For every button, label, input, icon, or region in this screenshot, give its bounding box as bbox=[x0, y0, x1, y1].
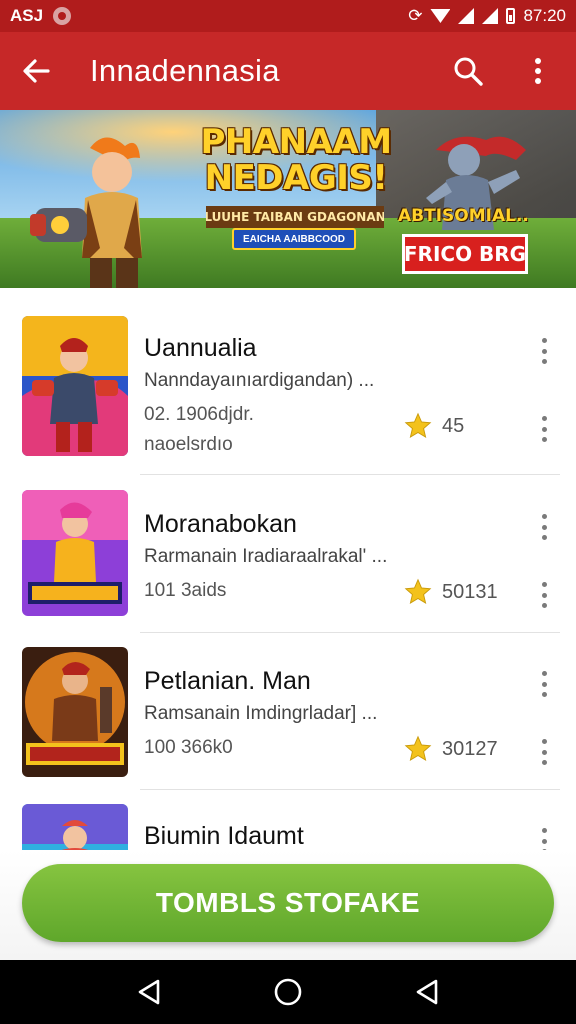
game-title[interactable]: Petlanian. Man bbox=[144, 667, 311, 696]
rating-value: 45 bbox=[442, 414, 465, 437]
game-thumbnail[interactable] bbox=[22, 804, 128, 850]
status-left: ASJ bbox=[10, 6, 72, 26]
item-options-icon[interactable] bbox=[536, 582, 552, 608]
more-vert-icon[interactable] bbox=[518, 51, 558, 91]
item-options-icon[interactable] bbox=[536, 416, 552, 442]
status-right: ⟳ 87:20 bbox=[408, 6, 566, 26]
signal-icon-2 bbox=[482, 8, 499, 24]
back-arrow-icon[interactable] bbox=[18, 53, 54, 89]
list-item[interactable]: Biumin Idaumt bbox=[0, 790, 576, 850]
game-rating: 30127 bbox=[404, 735, 498, 763]
star-icon bbox=[404, 578, 432, 605]
store-button[interactable]: TOMBLS STOFAKE bbox=[22, 864, 554, 942]
game-title[interactable]: Moranabokan bbox=[144, 510, 297, 539]
item-more-icon[interactable] bbox=[536, 671, 552, 697]
banner-cta-button[interactable]: FRICO BRG bbox=[402, 234, 528, 274]
list-item[interactable]: Uannualia Nanndayaınıardigandan) ... 02.… bbox=[0, 288, 576, 475]
hero-left-image bbox=[30, 137, 142, 288]
search-icon[interactable] bbox=[448, 51, 488, 91]
game-meta: 02. 1906djdr. bbox=[144, 404, 254, 425]
game-rating: 45 bbox=[404, 412, 464, 440]
game-list: Uannualia Nanndayaınıardigandan) ... 02.… bbox=[0, 288, 576, 850]
game-description: Ramsanain Imdingrladar] ... bbox=[144, 703, 378, 724]
list-item[interactable]: Petlanian. Man Ramsanain Imdingrladar] .… bbox=[0, 633, 576, 790]
wifi-icon bbox=[430, 9, 451, 23]
notification-icon bbox=[53, 7, 72, 25]
battery-icon bbox=[506, 8, 516, 24]
banner-ribbon: LUUHE TAIBAN GDAGONAN bbox=[206, 206, 384, 228]
item-more-icon[interactable] bbox=[536, 828, 552, 850]
sync-icon: ⟳ bbox=[408, 6, 423, 25]
rating-value: 30127 bbox=[442, 737, 498, 760]
store-button-container: TOMBLS STOFAKE bbox=[0, 850, 576, 960]
status-time: 87:20 bbox=[523, 6, 566, 25]
star-icon bbox=[404, 735, 432, 762]
item-more-icon[interactable] bbox=[536, 514, 552, 540]
banner-title-line2: NEDAGIS! bbox=[204, 158, 388, 198]
status-bar: ASJ ⟳ 87:20 bbox=[0, 0, 576, 32]
signal-icon bbox=[458, 8, 475, 24]
nav-back-icon[interactable] bbox=[129, 972, 169, 1012]
game-meta: 100 366k0 bbox=[144, 737, 233, 758]
game-meta: 101 3aids bbox=[144, 580, 227, 601]
star-icon bbox=[404, 412, 432, 439]
item-more-icon[interactable] bbox=[536, 338, 552, 364]
page-title: Innadennasia bbox=[90, 53, 280, 88]
game-rating: 50131 bbox=[404, 578, 498, 606]
game-title[interactable]: Uannualia bbox=[144, 334, 257, 363]
rating-value: 50131 bbox=[442, 580, 498, 603]
banner-title-line1: PHANAAM bbox=[200, 122, 392, 162]
nav-recents-icon[interactable] bbox=[407, 972, 447, 1012]
navigation-bar bbox=[0, 960, 576, 1024]
banner-title: PHANAAM NEDAGIS! bbox=[186, 124, 406, 196]
app-bar: Innadennasia bbox=[0, 32, 576, 110]
game-thumbnail[interactable] bbox=[22, 647, 128, 777]
game-description: Rarmanain Iradiaraalrakal' ... bbox=[144, 546, 388, 567]
nav-home-icon[interactable] bbox=[268, 972, 308, 1012]
list-item[interactable]: Moranabokan Rarmanain Iradiaraalrakal' .… bbox=[0, 476, 576, 633]
promo-banner[interactable]: PHANAAM NEDAGIS! LUUHE TAIBAN GDAGONAN E… bbox=[0, 110, 576, 288]
carrier-label: ASJ bbox=[10, 6, 44, 25]
item-options-icon[interactable] bbox=[536, 739, 552, 765]
banner-subtitle: ABTISOMIAL.. bbox=[398, 206, 529, 226]
banner-ribbon-button[interactable]: EAICHA AAIBBCOOD bbox=[232, 228, 356, 250]
game-thumbnail[interactable] bbox=[22, 316, 128, 456]
game-description: Nanndayaınıardigandan) ... bbox=[144, 370, 375, 391]
game-thumbnail[interactable] bbox=[22, 490, 128, 616]
game-meta-secondary: naoelsrdıo bbox=[144, 434, 233, 455]
divider bbox=[140, 474, 560, 475]
game-title[interactable]: Biumin Idaumt bbox=[144, 822, 304, 850]
app-actions bbox=[448, 51, 558, 91]
